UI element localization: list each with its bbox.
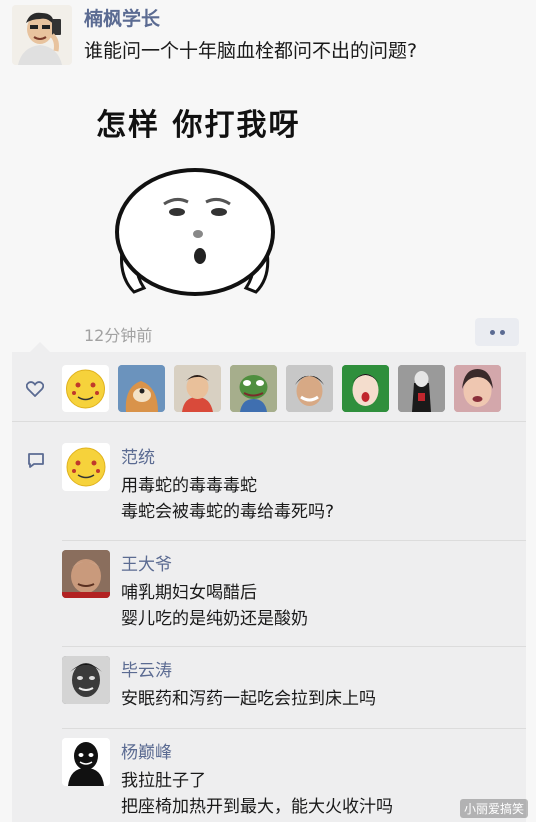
- heart-icon: [26, 381, 44, 397]
- comment-text: 毒蛇会被毒蛇的毒给毒死吗?: [121, 502, 335, 522]
- comment-text: 安眠药和泻药一起吃会拉到床上吗: [121, 689, 376, 709]
- liker-avatar[interactable]: [62, 365, 109, 412]
- commenter-name[interactable]: 毕云涛: [121, 656, 172, 681]
- commenter-avatar[interactable]: [62, 656, 110, 704]
- comment-text: 我拉肚子了: [121, 771, 206, 791]
- meme-image[interactable]: 怎样 你打我呀: [84, 92, 344, 302]
- moments-post: 楠枫学长 谁能问一个十年脑血栓都问不出的问题? 怎样 你打我呀 12分钟前 范统…: [0, 0, 536, 822]
- liker-avatar[interactable]: [118, 365, 165, 412]
- commenter-avatar[interactable]: [62, 550, 110, 598]
- comment-text: 用毒蛇的毒毒毒蛇: [121, 476, 257, 496]
- comment-item[interactable]: 杨巅峰 我拉肚子了 把座椅加热开到最大，能大火收汁吗: [62, 738, 516, 818]
- liker-avatar[interactable]: [398, 365, 445, 412]
- watermark: 小丽爱搞笑: [459, 799, 528, 818]
- commenter-avatar[interactable]: [62, 443, 110, 491]
- meme-face: [115, 168, 275, 296]
- liker-avatar[interactable]: [342, 365, 389, 412]
- likes-divider: [12, 421, 526, 422]
- commenter-name[interactable]: 范统: [121, 443, 155, 468]
- post-text: 谁能问一个十年脑血栓都问不出的问题?: [84, 40, 418, 62]
- comment-item[interactable]: 范统 用毒蛇的毒毒毒蛇 毒蛇会被毒蛇的毒给毒死吗?: [62, 443, 516, 522]
- commenter-avatar[interactable]: [62, 738, 110, 786]
- liker-avatar[interactable]: [174, 365, 221, 412]
- more-button[interactable]: [475, 318, 519, 346]
- poster-avatar[interactable]: [12, 5, 72, 65]
- comment-text: 哺乳期妇女喝醋后: [121, 583, 257, 603]
- more-dots-icon: [489, 329, 495, 335]
- liker-avatar[interactable]: [230, 365, 277, 412]
- comment-text: 婴儿吃的是纯奶还是酸奶: [121, 609, 308, 629]
- comment-divider: [62, 728, 526, 729]
- comment-item[interactable]: 毕云涛 安眠药和泻药一起吃会拉到床上吗: [62, 656, 516, 709]
- liker-avatar[interactable]: [286, 365, 333, 412]
- commenter-name[interactable]: 王大爷: [121, 550, 172, 575]
- likes-row: [12, 352, 526, 422]
- commenter-name[interactable]: 杨巅峰: [121, 738, 172, 763]
- post-timestamp: 12分钟前: [84, 326, 153, 345]
- comment-item[interactable]: 王大爷 哺乳期妇女喝醋后 婴儿吃的是纯奶还是酸奶: [62, 550, 516, 629]
- comment-bubble-icon: [28, 453, 44, 468]
- comment-text: 把座椅加热开到最大，能大火收汁吗: [121, 797, 393, 817]
- interaction-panel: 范统 用毒蛇的毒毒毒蛇 毒蛇会被毒蛇的毒给毒死吗? 王大爷 哺乳期妇女喝醋后 婴…: [12, 342, 526, 822]
- poster-name[interactable]: 楠枫学长: [84, 4, 160, 31]
- comment-divider: [62, 646, 526, 647]
- comment-divider: [62, 540, 526, 541]
- liker-avatar[interactable]: [454, 365, 501, 412]
